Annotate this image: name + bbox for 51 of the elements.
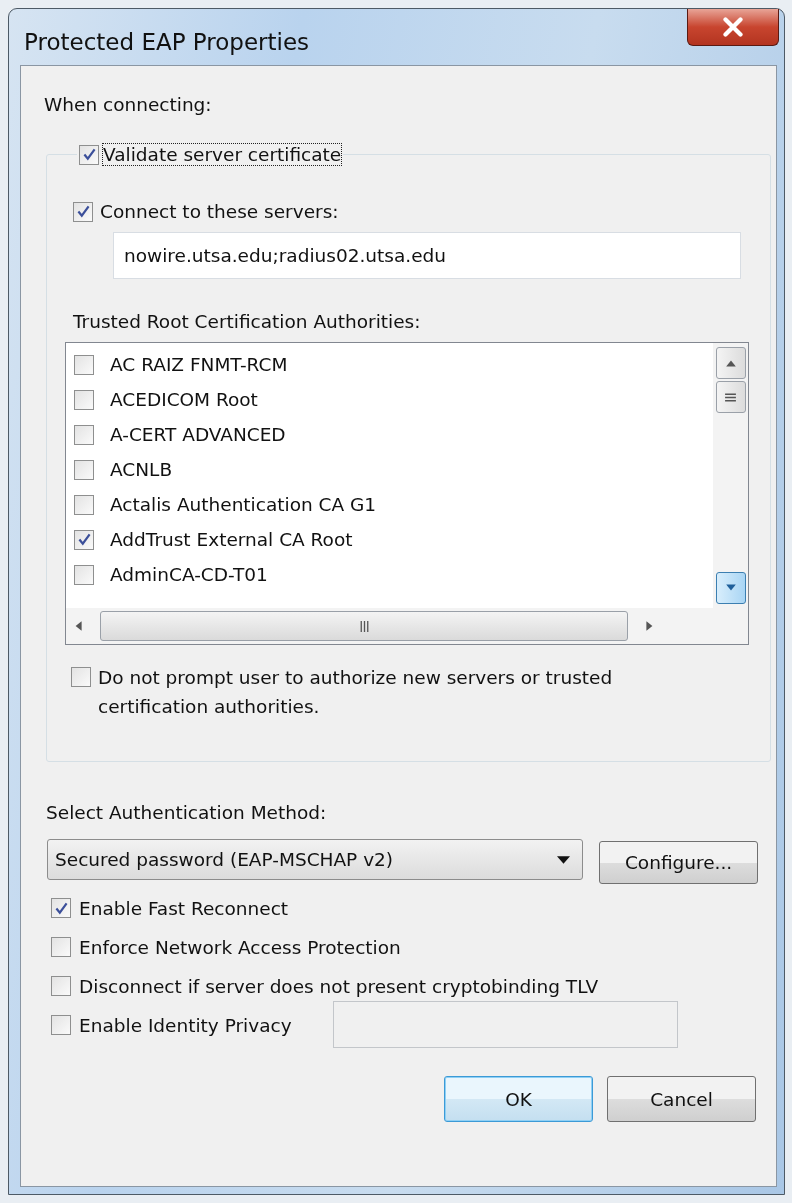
list-item[interactable]: AddTrust External CA Root [110, 529, 353, 550]
list-item[interactable]: ACEDICOM Root [110, 389, 258, 410]
vertical-scrollbar[interactable] [713, 343, 748, 608]
checkbox[interactable] [74, 564, 94, 585]
method-dropdown[interactable]: Secured password (EAP-MSCHAP v2) [47, 839, 584, 880]
checkbox[interactable] [74, 354, 94, 375]
checkbox[interactable] [51, 898, 71, 918]
checkbox[interactable] [74, 424, 94, 445]
section-label: Select Authentication Method: [46, 802, 328, 823]
configure-button[interactable]: Configure... [599, 841, 758, 884]
close-icon [720, 17, 746, 37]
list-item[interactable]: AC RAIZ FNMT-RCM [110, 354, 288, 375]
scroll-thumb[interactable] [100, 611, 628, 641]
scroll-down-button[interactable] [715, 572, 746, 604]
certificate-list[interactable]: AC RAIZ FNMT-RCM ACEDICOM Root A-CERT ADVANCED ACNLB Actalis Authentication CA G1 AddTrust External CA Root AdminCA-CD-T01 [65, 342, 749, 645]
scroll-thumb[interactable] [715, 381, 746, 413]
list-item[interactable]: AdminCA-CD-T01 [110, 564, 268, 585]
checkbox[interactable] [71, 667, 91, 687]
scroll-right-icon[interactable] [646, 620, 654, 632]
checkbox-label: Do not prompt user to authorize new servers or trusted certification authorities. [98, 666, 614, 719]
dialog-button[interactable]: OK [444, 1076, 593, 1122]
horizontal-scrollbar[interactable] [66, 608, 713, 644]
list-item[interactable]: Actalis Authentication CA G1 [110, 494, 377, 515]
scroll-left-icon[interactable] [74, 620, 82, 632]
checkbox-label: Connect to these servers: [100, 201, 339, 222]
checkbox[interactable] [79, 144, 99, 165]
checkbox-label: Enable Identity Privacy [79, 1015, 292, 1036]
close-button[interactable] [687, 9, 779, 46]
checkbox[interactable] [74, 459, 94, 480]
list-item[interactable]: A-CERT ADVANCED [110, 424, 286, 445]
checkbox[interactable] [74, 529, 94, 550]
checkbox[interactable] [74, 494, 94, 515]
dialog-button[interactable]: Cancel [607, 1076, 756, 1122]
checkbox[interactable] [51, 937, 71, 957]
scroll-up-button[interactable] [715, 347, 746, 379]
list-item[interactable]: ACNLB [110, 459, 173, 480]
servers-field[interactable]: nowire.utsa.edu;radius02.utsa.edu [113, 232, 741, 279]
checkbox[interactable] [51, 976, 71, 996]
up-arrow-icon [724, 359, 737, 367]
checkbox-label: Disconnect if server does not present cryptobinding TLV [79, 976, 599, 997]
list-label: Trusted Root Certification Authorities: [73, 311, 422, 332]
window-title: Protected EAP Properties [24, 29, 310, 55]
checkbox-label: Enforce Network Access Protection [79, 937, 401, 958]
checkbox[interactable] [73, 201, 93, 222]
caret-icon [557, 855, 571, 864]
down-arrow-icon [724, 584, 737, 592]
section-label: When connecting: [44, 94, 213, 117]
checkbox-label: Validate server certificate [103, 144, 342, 165]
checkbox[interactable] [74, 389, 94, 410]
checkbox-label: Enable Fast Reconnect [79, 898, 289, 919]
checkbox[interactable] [51, 1015, 71, 1035]
